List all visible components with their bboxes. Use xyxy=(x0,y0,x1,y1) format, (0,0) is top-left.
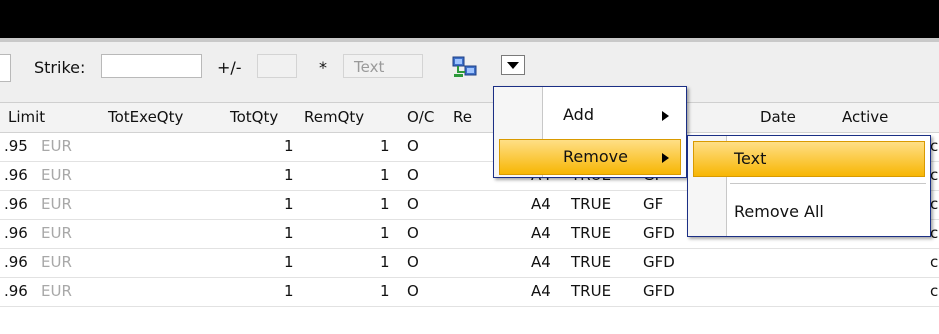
menu-item-add-label: Add xyxy=(563,105,594,124)
cell-currency: EUR xyxy=(41,195,72,213)
dropdown-button[interactable] xyxy=(501,55,525,75)
cell-currency: EUR xyxy=(41,224,72,242)
cell-remqty: 1 xyxy=(380,137,390,155)
cell-oc: O xyxy=(407,253,419,271)
column-header-totqty[interactable]: TotQty xyxy=(230,108,278,126)
submenu-separator xyxy=(730,183,926,184)
submenu-item-text-label: Text xyxy=(734,149,767,168)
cell-totqty: 1 xyxy=(284,166,294,184)
column-header-active[interactable]: Active xyxy=(842,108,888,126)
strike-input[interactable] xyxy=(101,54,202,78)
cell-currency: EUR xyxy=(41,137,72,155)
plusminus-input[interactable] xyxy=(257,54,297,78)
cell-remqty: 1 xyxy=(380,224,390,242)
chevron-right-icon xyxy=(662,111,669,121)
context-menu: Add Remove xyxy=(493,86,687,178)
menu-item-add[interactable]: Add xyxy=(494,97,686,133)
cell-edge: c xyxy=(930,224,939,242)
cell-remqty: 1 xyxy=(380,166,390,184)
title-bar xyxy=(0,0,939,38)
cell-totqty: 1 xyxy=(284,137,294,155)
cell-oc: O xyxy=(407,137,419,155)
cell-acct: A4 xyxy=(531,253,551,271)
cell-edge: c xyxy=(930,137,939,155)
chevron-down-icon xyxy=(507,62,519,69)
cell-totqty: 1 xyxy=(284,253,294,271)
cell-validity: GFD xyxy=(643,282,675,300)
submenu-item-text[interactable]: Text xyxy=(693,141,925,177)
cell-valid: TRUE xyxy=(571,282,612,300)
cell-currency: EUR xyxy=(41,282,72,300)
cell-remqty: 1 xyxy=(380,195,390,213)
remove-submenu: Text Remove All xyxy=(687,135,931,237)
text-input-placeholder: Text xyxy=(354,58,385,76)
cell-edge: c xyxy=(930,253,939,271)
cell-acct: A4 xyxy=(531,282,551,300)
submenu-item-remove-all[interactable]: Remove All xyxy=(688,194,930,230)
cell-limit: .96 xyxy=(4,224,28,242)
cell-oc: O xyxy=(407,224,419,242)
column-header-re[interactable]: Re xyxy=(453,108,472,126)
cell-limit: .95 xyxy=(4,137,28,155)
cell-currency: EUR xyxy=(41,166,72,184)
cell-oc: O xyxy=(407,166,419,184)
cell-valid: TRUE xyxy=(571,224,612,242)
column-header-totexeqty[interactable]: TotExeQty xyxy=(108,108,183,126)
text-input[interactable]: Text xyxy=(343,54,423,78)
cell-totqty: 1 xyxy=(284,224,294,242)
cell-limit: .96 xyxy=(4,253,28,271)
column-header-oc[interactable]: O/C xyxy=(407,108,434,126)
cell-acct: A4 xyxy=(531,224,551,242)
chevron-right-icon xyxy=(662,153,669,163)
cell-acct: A4 xyxy=(531,195,551,213)
cell-validity: GFD xyxy=(643,253,675,271)
column-header-remqty[interactable]: RemQty xyxy=(304,108,364,126)
menu-item-remove[interactable]: Remove xyxy=(499,139,681,175)
column-header-date[interactable]: Date xyxy=(760,108,796,126)
grid-header: Limit TotExeQty TotQty RemQty O/C Re Dat… xyxy=(0,103,939,133)
plusminus-label: +/- xyxy=(217,58,242,77)
cell-validity: GFD xyxy=(643,224,675,242)
network-icon[interactable] xyxy=(452,55,478,79)
cell-limit: .96 xyxy=(4,195,28,213)
star-label: * xyxy=(319,58,327,77)
cell-edge: c xyxy=(930,166,939,184)
cell-oc: O xyxy=(407,195,419,213)
cell-valid: TRUE xyxy=(571,195,612,213)
cell-edge: c xyxy=(930,282,939,300)
table-row[interactable]: .96 EUR 1 1 O A4 TRUE GFD c xyxy=(0,278,939,307)
cell-oc: O xyxy=(407,282,419,300)
cell-totqty: 1 xyxy=(284,282,294,300)
cell-totqty: 1 xyxy=(284,195,294,213)
cell-limit: .96 xyxy=(4,282,28,300)
column-header-limit[interactable]: Limit xyxy=(8,108,45,126)
cell-remqty: 1 xyxy=(380,282,390,300)
cell-valid: TRUE xyxy=(571,253,612,271)
cell-edge: c xyxy=(930,195,939,213)
cell-remqty: 1 xyxy=(380,253,390,271)
cell-validity: GF xyxy=(643,195,664,213)
cell-currency: EUR xyxy=(41,253,72,271)
table-row[interactable]: .96 EUR 1 1 O A4 TRUE GFD c xyxy=(0,249,939,278)
submenu-item-remove-all-label: Remove All xyxy=(734,202,824,221)
cell-limit: .96 xyxy=(4,166,28,184)
menu-item-remove-label: Remove xyxy=(563,147,628,166)
previous-field-edge[interactable] xyxy=(0,54,11,82)
strike-label: Strike: xyxy=(34,58,86,77)
